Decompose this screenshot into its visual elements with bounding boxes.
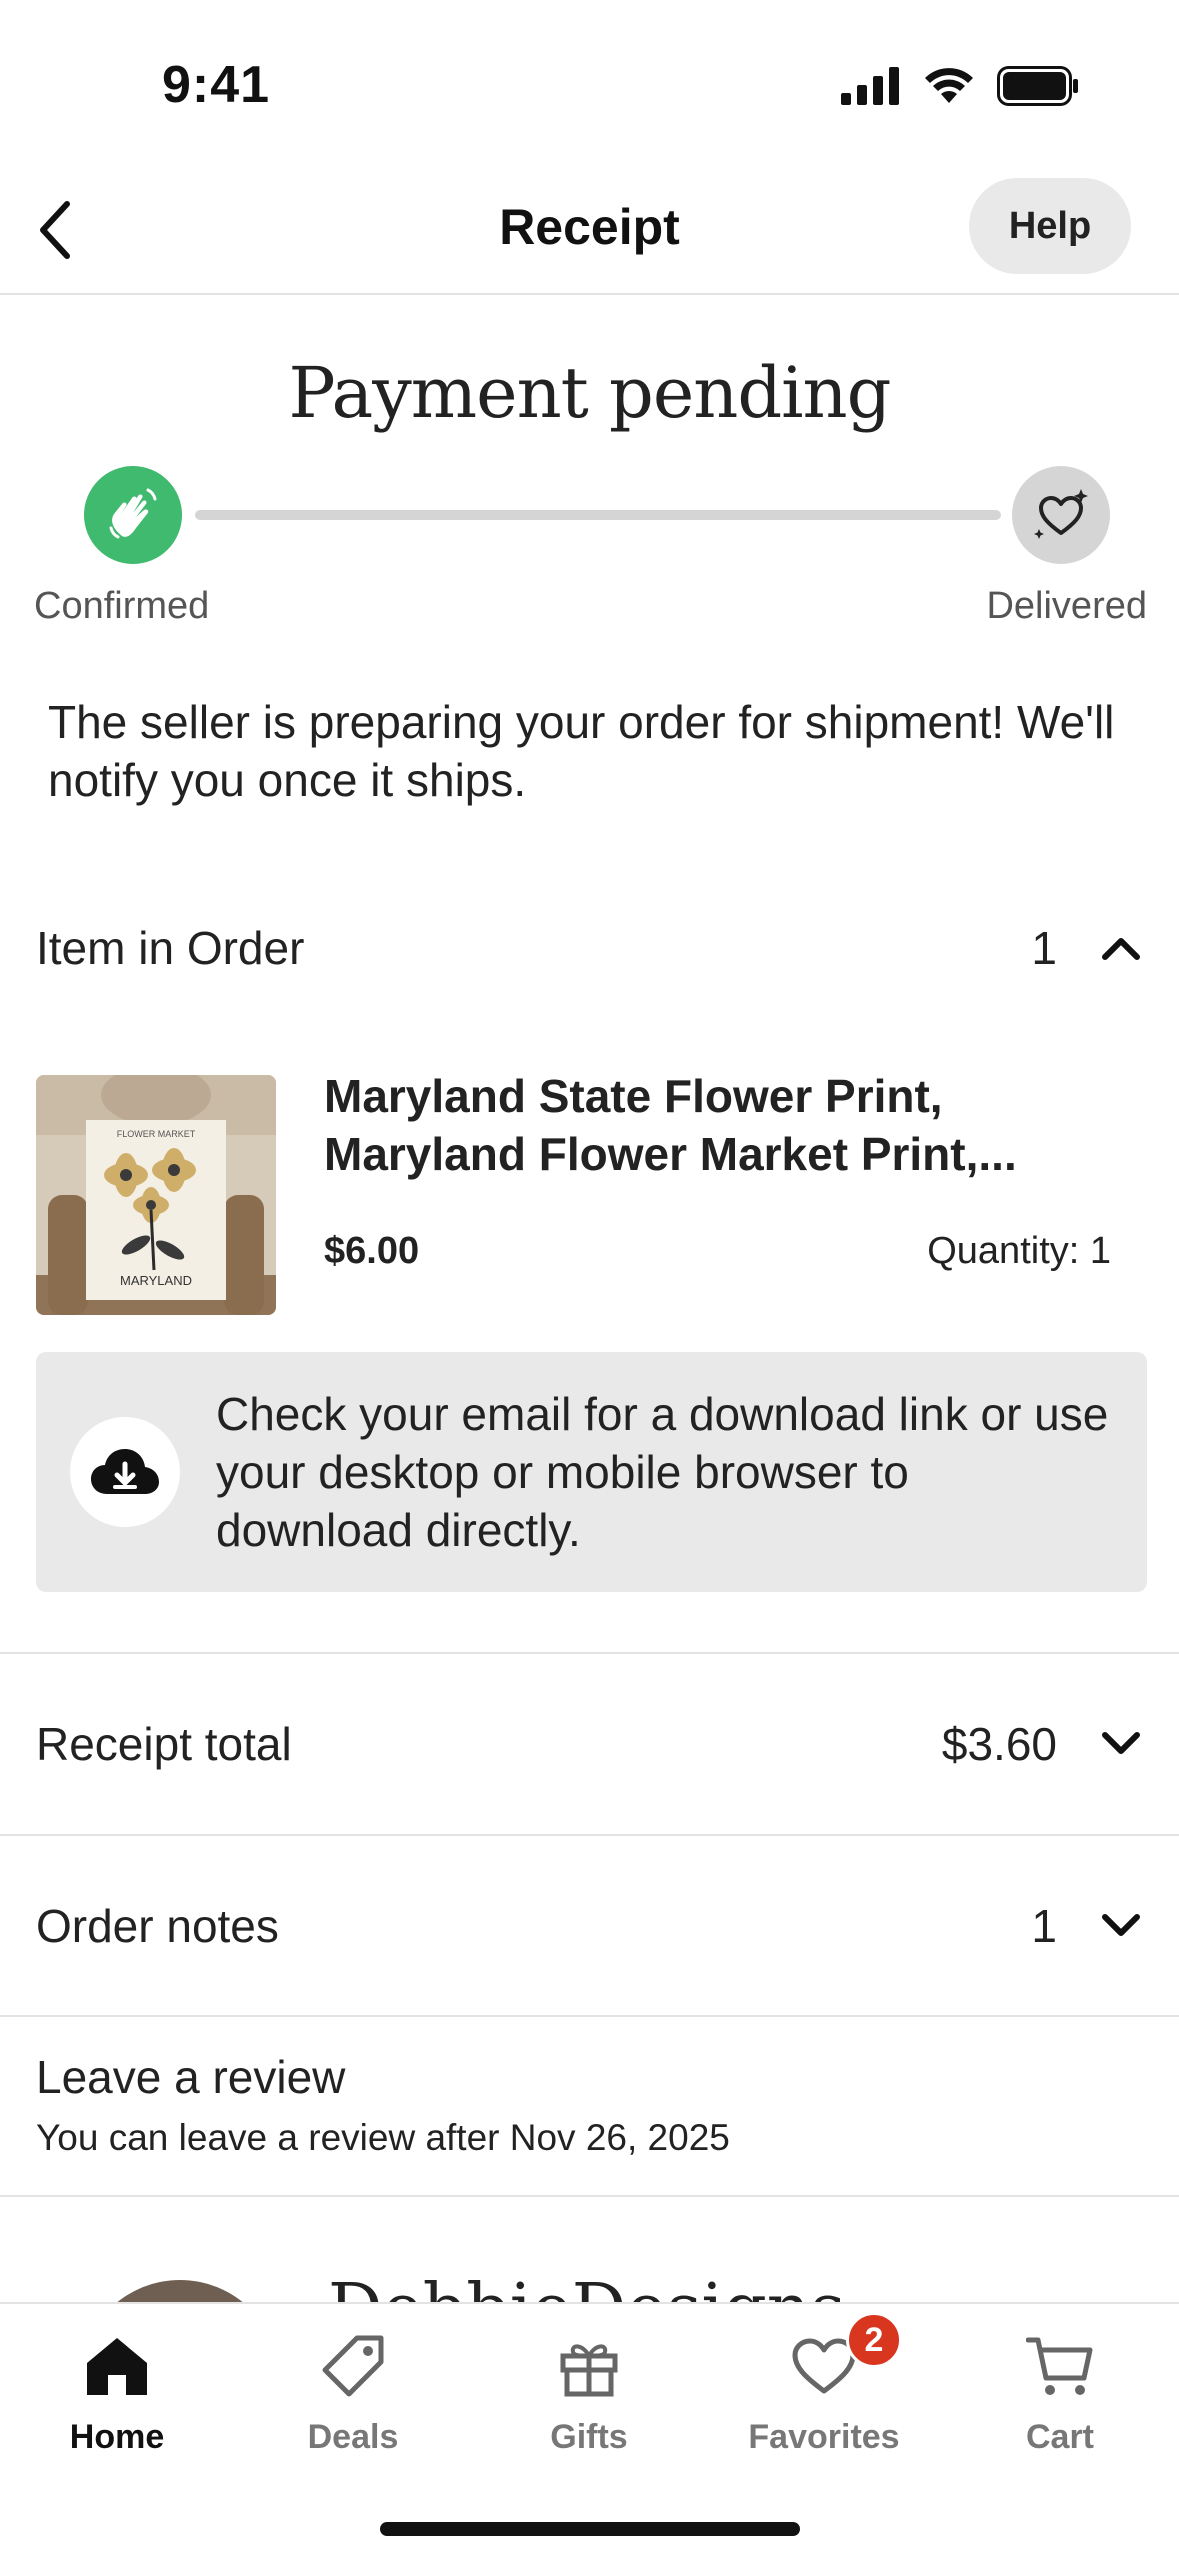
status-bar: 9:41 [0,0,1179,170]
tab-deals[interactable]: Deals [253,2326,453,2457]
order-notes-label: Order notes [36,1900,279,1952]
step-label-confirmed: Confirmed [34,585,210,627]
review-title[interactable]: Leave a review [36,2050,345,2104]
tab-gifts-label: Gifts [550,2418,628,2456]
progress-track [195,510,1001,520]
nav-header: Receipt Help [0,170,1179,295]
step-label-delivered: Delivered [986,585,1147,627]
battery-icon [997,66,1078,106]
product-image: FLOWER MARKET MARYLAND [36,1075,276,1315]
receipt-total-label: Receipt total [36,1718,292,1770]
status-icons [841,66,1079,106]
wifi-icon [925,68,973,103]
status-time: 9:41 [162,56,271,114]
step-delivered [1012,466,1110,564]
tab-cart-label: Cart [1025,2418,1095,2456]
chevron-up-icon [1099,926,1143,970]
tab-favorites-label: Favorites [748,2418,900,2456]
cloud-download-icon [70,1417,180,1527]
home-icon [77,2326,157,2406]
thumb-text-bottom: MARYLAND [120,1273,192,1288]
status-message: The seller is preparing your order for s… [48,696,1115,806]
step-confirmed [84,466,182,564]
tab-bar: Home Deals Gifts 2 Favorites Cart [0,2302,1179,2556]
item-title[interactable]: Maryland State Flower Print, Maryland Fl… [324,1067,1124,1183]
items-section-header[interactable]: Item in Order 1 [36,895,1143,1000]
home-indicator [380,2522,800,2536]
review-subtitle: You can leave a review after Nov 26, 202… [36,2117,730,2158]
divider [0,2015,1179,2017]
item-price: $6.00 [324,1230,420,1272]
tab-home-label: Home [69,2418,165,2456]
cart-icon [1020,2326,1100,2406]
order-notes-count: 1 [1031,1900,1057,1952]
item-thumbnail[interactable]: FLOWER MARKET MARYLAND [36,1075,276,1315]
order-notes-row[interactable]: Order notes 1 [36,1836,1143,2016]
tab-favorites[interactable]: 2 Favorites [724,2312,924,2457]
divider [0,2195,1179,2197]
items-section-label: Item in Order [36,921,305,974]
tag-icon [313,2326,393,2406]
order-status-heading: Payment pending [288,352,892,434]
receipt-total-value: $3.60 [941,1718,1057,1770]
heart-sparkle-icon [1034,489,1088,539]
item-quantity: Quantity: 1 [927,1230,1111,1272]
gift-icon [549,2326,629,2406]
items-count: 1 [1031,921,1057,974]
download-notice: Check your email for a download link or … [36,1352,1147,1592]
tab-deals-label: Deals [307,2418,399,2456]
chevron-down-icon [1099,1722,1143,1766]
thumb-text-top: FLOWER MARKET [117,1129,196,1139]
download-notice-text: Check your email for a download link or … [216,1388,1109,1556]
help-button[interactable]: Help [969,178,1131,274]
receipt-total-row[interactable]: Receipt total $3.60 [36,1654,1143,1834]
tab-home[interactable]: Home [17,2326,217,2457]
waving-hand-icon [109,488,157,539]
signal-icon [841,67,899,105]
tab-gifts[interactable]: Gifts [489,2326,689,2457]
tab-cart[interactable]: Cart [960,2326,1160,2457]
chevron-down-icon [1099,1904,1143,1948]
heart-icon: 2 [784,2312,902,2406]
favorites-badge: 2 [846,2312,902,2368]
